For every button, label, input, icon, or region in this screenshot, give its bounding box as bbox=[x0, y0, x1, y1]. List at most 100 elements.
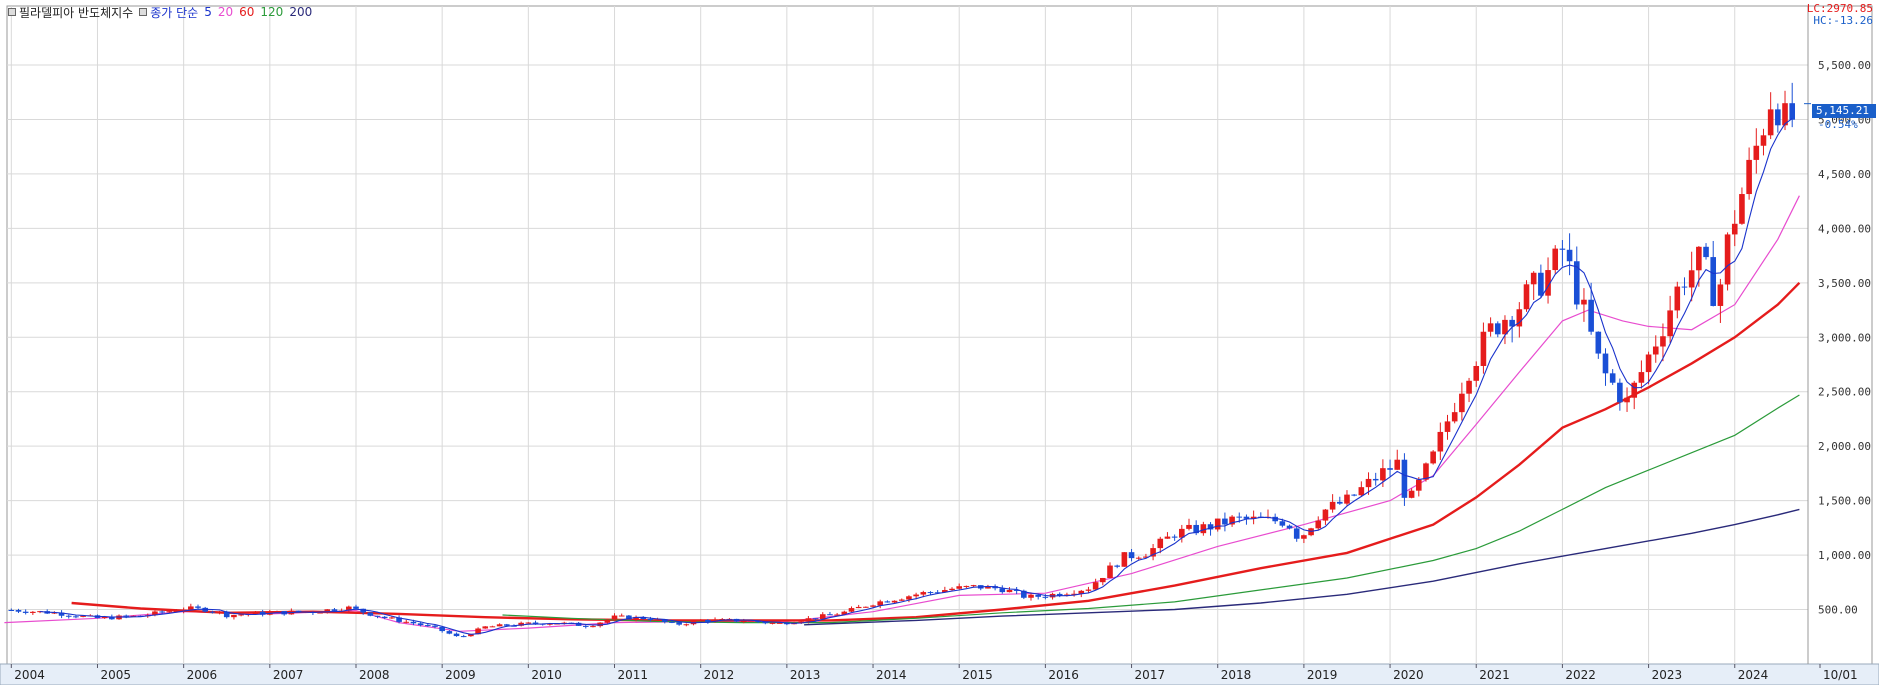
x-tick-label: 2005 bbox=[100, 668, 131, 682]
x-tick-label: 2013 bbox=[790, 668, 821, 682]
candle-body bbox=[676, 622, 682, 625]
x-tick-label: 2004 bbox=[14, 668, 45, 682]
legend-ma-200: 200 bbox=[289, 5, 313, 19]
x-tick-label: 2006 bbox=[187, 668, 218, 682]
candle-body bbox=[1638, 372, 1645, 383]
candle-body bbox=[374, 615, 381, 617]
candle-body bbox=[1739, 194, 1745, 224]
y-tick-label: 1,000.00 bbox=[1818, 549, 1871, 562]
candle-body bbox=[611, 615, 618, 620]
x-tick-label: 2010 bbox=[531, 668, 562, 682]
candle-body bbox=[1279, 521, 1286, 526]
chart-window: 500.00 1,000.00 1,500.00 2,000.00 2,500.00 3,… bbox=[0, 0, 1879, 685]
candle-body bbox=[1674, 286, 1681, 311]
x-tick-label: 2008 bbox=[359, 668, 390, 682]
y-tick-label: 1,500.00 bbox=[1818, 495, 1871, 508]
candle-body bbox=[1114, 565, 1120, 567]
candle-body bbox=[1394, 459, 1401, 470]
candle-body bbox=[231, 614, 237, 618]
candle-body bbox=[1372, 478, 1379, 481]
candle-body bbox=[855, 606, 862, 609]
candle-body bbox=[1322, 509, 1329, 521]
x-tick-label: 10/01 bbox=[1823, 668, 1858, 682]
candle-body bbox=[453, 633, 460, 637]
candle-body bbox=[1365, 478, 1372, 488]
candle-body bbox=[1157, 538, 1164, 549]
y-tick-label: 3,500.00 bbox=[1818, 277, 1871, 290]
x-tick-label: 2020 bbox=[1393, 668, 1424, 682]
candle-body bbox=[877, 601, 884, 606]
candle-body bbox=[252, 611, 259, 615]
y-tick-label: 500.00 bbox=[1818, 604, 1858, 617]
candle-body bbox=[848, 608, 855, 612]
legend-bullet-icon bbox=[139, 8, 148, 16]
candle-body bbox=[15, 610, 22, 612]
candle-body bbox=[1236, 516, 1243, 518]
candle-body bbox=[1473, 365, 1480, 381]
candle-body bbox=[1135, 557, 1142, 559]
candle-body bbox=[891, 600, 898, 603]
candle-body bbox=[949, 588, 955, 591]
candle-body bbox=[367, 612, 374, 616]
candle-body bbox=[73, 616, 79, 618]
price-chart[interactable]: 500.00 1,000.00 1,500.00 2,000.00 2,500.00 3,… bbox=[0, 0, 1879, 685]
candle-body bbox=[1351, 494, 1357, 496]
candle-body bbox=[1380, 468, 1386, 481]
candle-body bbox=[1538, 272, 1544, 296]
candle-body bbox=[496, 624, 503, 627]
candle-body bbox=[1200, 524, 1207, 534]
candle-body bbox=[1681, 286, 1688, 288]
candle-body bbox=[1186, 524, 1192, 529]
candle-body bbox=[1717, 284, 1724, 306]
y-tick-label: 4,500.00 bbox=[1818, 168, 1871, 181]
candle-body bbox=[1559, 248, 1566, 250]
candle-body bbox=[927, 592, 934, 594]
candle-body bbox=[590, 626, 596, 628]
candle-body bbox=[1710, 257, 1717, 306]
candle-body bbox=[1746, 159, 1752, 195]
x-tick-label: 2012 bbox=[704, 668, 735, 682]
candle-body bbox=[403, 621, 410, 623]
x-tick-label: 2024 bbox=[1738, 668, 1769, 682]
candle-body bbox=[123, 615, 130, 617]
candle-body bbox=[1107, 565, 1113, 578]
legend-ma-60: 60 bbox=[239, 5, 255, 19]
candle-body bbox=[1444, 421, 1451, 432]
candle-body bbox=[525, 622, 532, 624]
x-tick-label: 2022 bbox=[1565, 668, 1596, 682]
candle-body bbox=[482, 626, 489, 629]
candle-body bbox=[1006, 589, 1013, 593]
y-tick-label: 4,000.00 bbox=[1818, 222, 1871, 235]
candle-body bbox=[647, 619, 654, 621]
top-right-readout: LC:2970.85 HC:-13.26 bbox=[1807, 3, 1873, 27]
candle-body bbox=[1731, 223, 1738, 235]
candle-body bbox=[1437, 431, 1444, 452]
candle-body bbox=[65, 615, 72, 617]
candle-body bbox=[195, 606, 201, 608]
candle-body bbox=[1092, 582, 1099, 590]
candle-body bbox=[1329, 501, 1336, 510]
candle-body bbox=[1652, 346, 1659, 355]
x-tick-label: 2009 bbox=[445, 668, 476, 682]
candle-body bbox=[812, 618, 819, 620]
x-tick-label: 2015 bbox=[962, 668, 993, 682]
candle-body bbox=[1100, 577, 1106, 583]
x-tick-label: 2018 bbox=[1221, 668, 1252, 682]
candle-body bbox=[906, 596, 912, 600]
candle-body bbox=[274, 611, 280, 613]
candle-body bbox=[1552, 248, 1559, 271]
candle-body bbox=[1293, 528, 1300, 539]
candle-body bbox=[740, 621, 747, 623]
candle-body bbox=[827, 614, 833, 616]
legend-ma-5: 5 bbox=[204, 5, 212, 19]
candle-body bbox=[1566, 249, 1573, 262]
chart-legend: 필라델피아 반도체지수 종가 단순 5 20 60 120 200 bbox=[8, 4, 312, 20]
candle-body bbox=[618, 615, 625, 617]
legend-ma-item: 종가 단순 bbox=[139, 4, 198, 21]
last-price-change: -0.54% bbox=[1818, 118, 1858, 131]
y-tick-label: 2,500.00 bbox=[1818, 386, 1871, 399]
candle-body bbox=[389, 617, 395, 619]
candle-body bbox=[1753, 145, 1760, 160]
legend-ma-120: 120 bbox=[260, 5, 284, 19]
candle-body bbox=[1286, 525, 1293, 529]
